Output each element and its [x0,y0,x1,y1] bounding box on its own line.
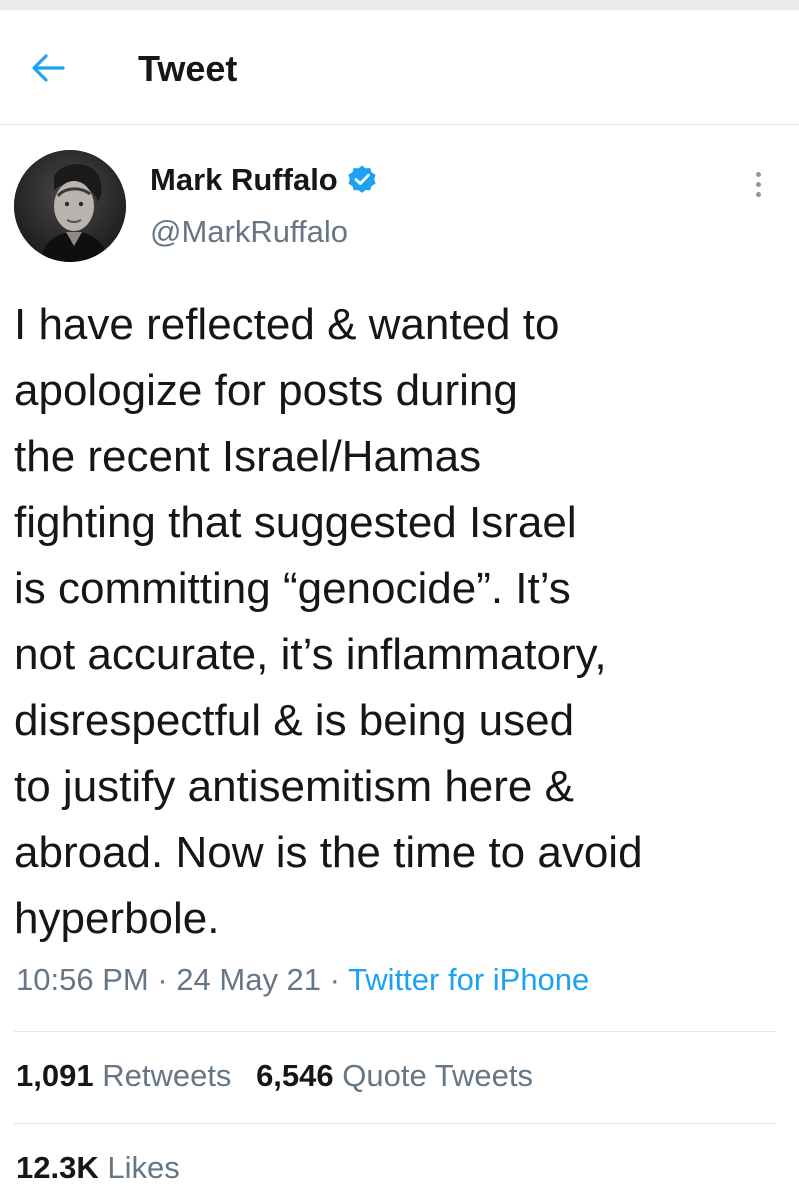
back-button[interactable] [26,46,70,90]
author-handle[interactable]: @MarkRuffalo [150,214,348,250]
quote-tweets-count: 6,546 [256,1058,334,1093]
meta-separator: · [329,962,340,997]
likes-stat[interactable]: 12.3K Likes [16,1150,180,1186]
retweets-label: Retweets [102,1058,232,1093]
quote-tweets-stat[interactable]: 6,546 Quote Tweets [256,1058,533,1093]
tweet-time: 10:56 PM [16,962,149,997]
more-options-button[interactable] [744,162,772,206]
verified-badge-icon [346,164,378,196]
tweet-meta: 10:56 PM · 24 May 21 · Twitter for iPhon… [16,962,589,998]
divider [14,1031,775,1032]
retweets-count: 1,091 [16,1058,94,1093]
author-name[interactable]: Mark Ruffalo [150,162,338,198]
quote-tweets-label: Quote Tweets [342,1058,533,1093]
divider [14,1123,775,1124]
engagement-stats: 1,091 Retweets 6,546 Quote Tweets [16,1058,533,1094]
page-title: Tweet [138,48,238,89]
author-name-row[interactable]: Mark Ruffalo [150,162,378,198]
more-vertical-icon [755,169,761,199]
retweets-stat[interactable]: 1,091 Retweets [16,1058,240,1093]
likes-label: Likes [107,1150,180,1185]
tweet-text: I have reflected & wanted to apologize f… [14,300,643,943]
arrow-left-icon [32,54,65,82]
avatar[interactable] [14,150,126,262]
app-header: Tweet [0,10,799,125]
meta-separator: · [157,962,168,997]
tweet-source-link[interactable]: Twitter for iPhone [348,962,589,997]
tweet-date: 24 May 21 [176,962,322,997]
status-strip [0,0,799,10]
avatar-photo [14,150,126,262]
likes-count: 12.3K [16,1150,99,1185]
